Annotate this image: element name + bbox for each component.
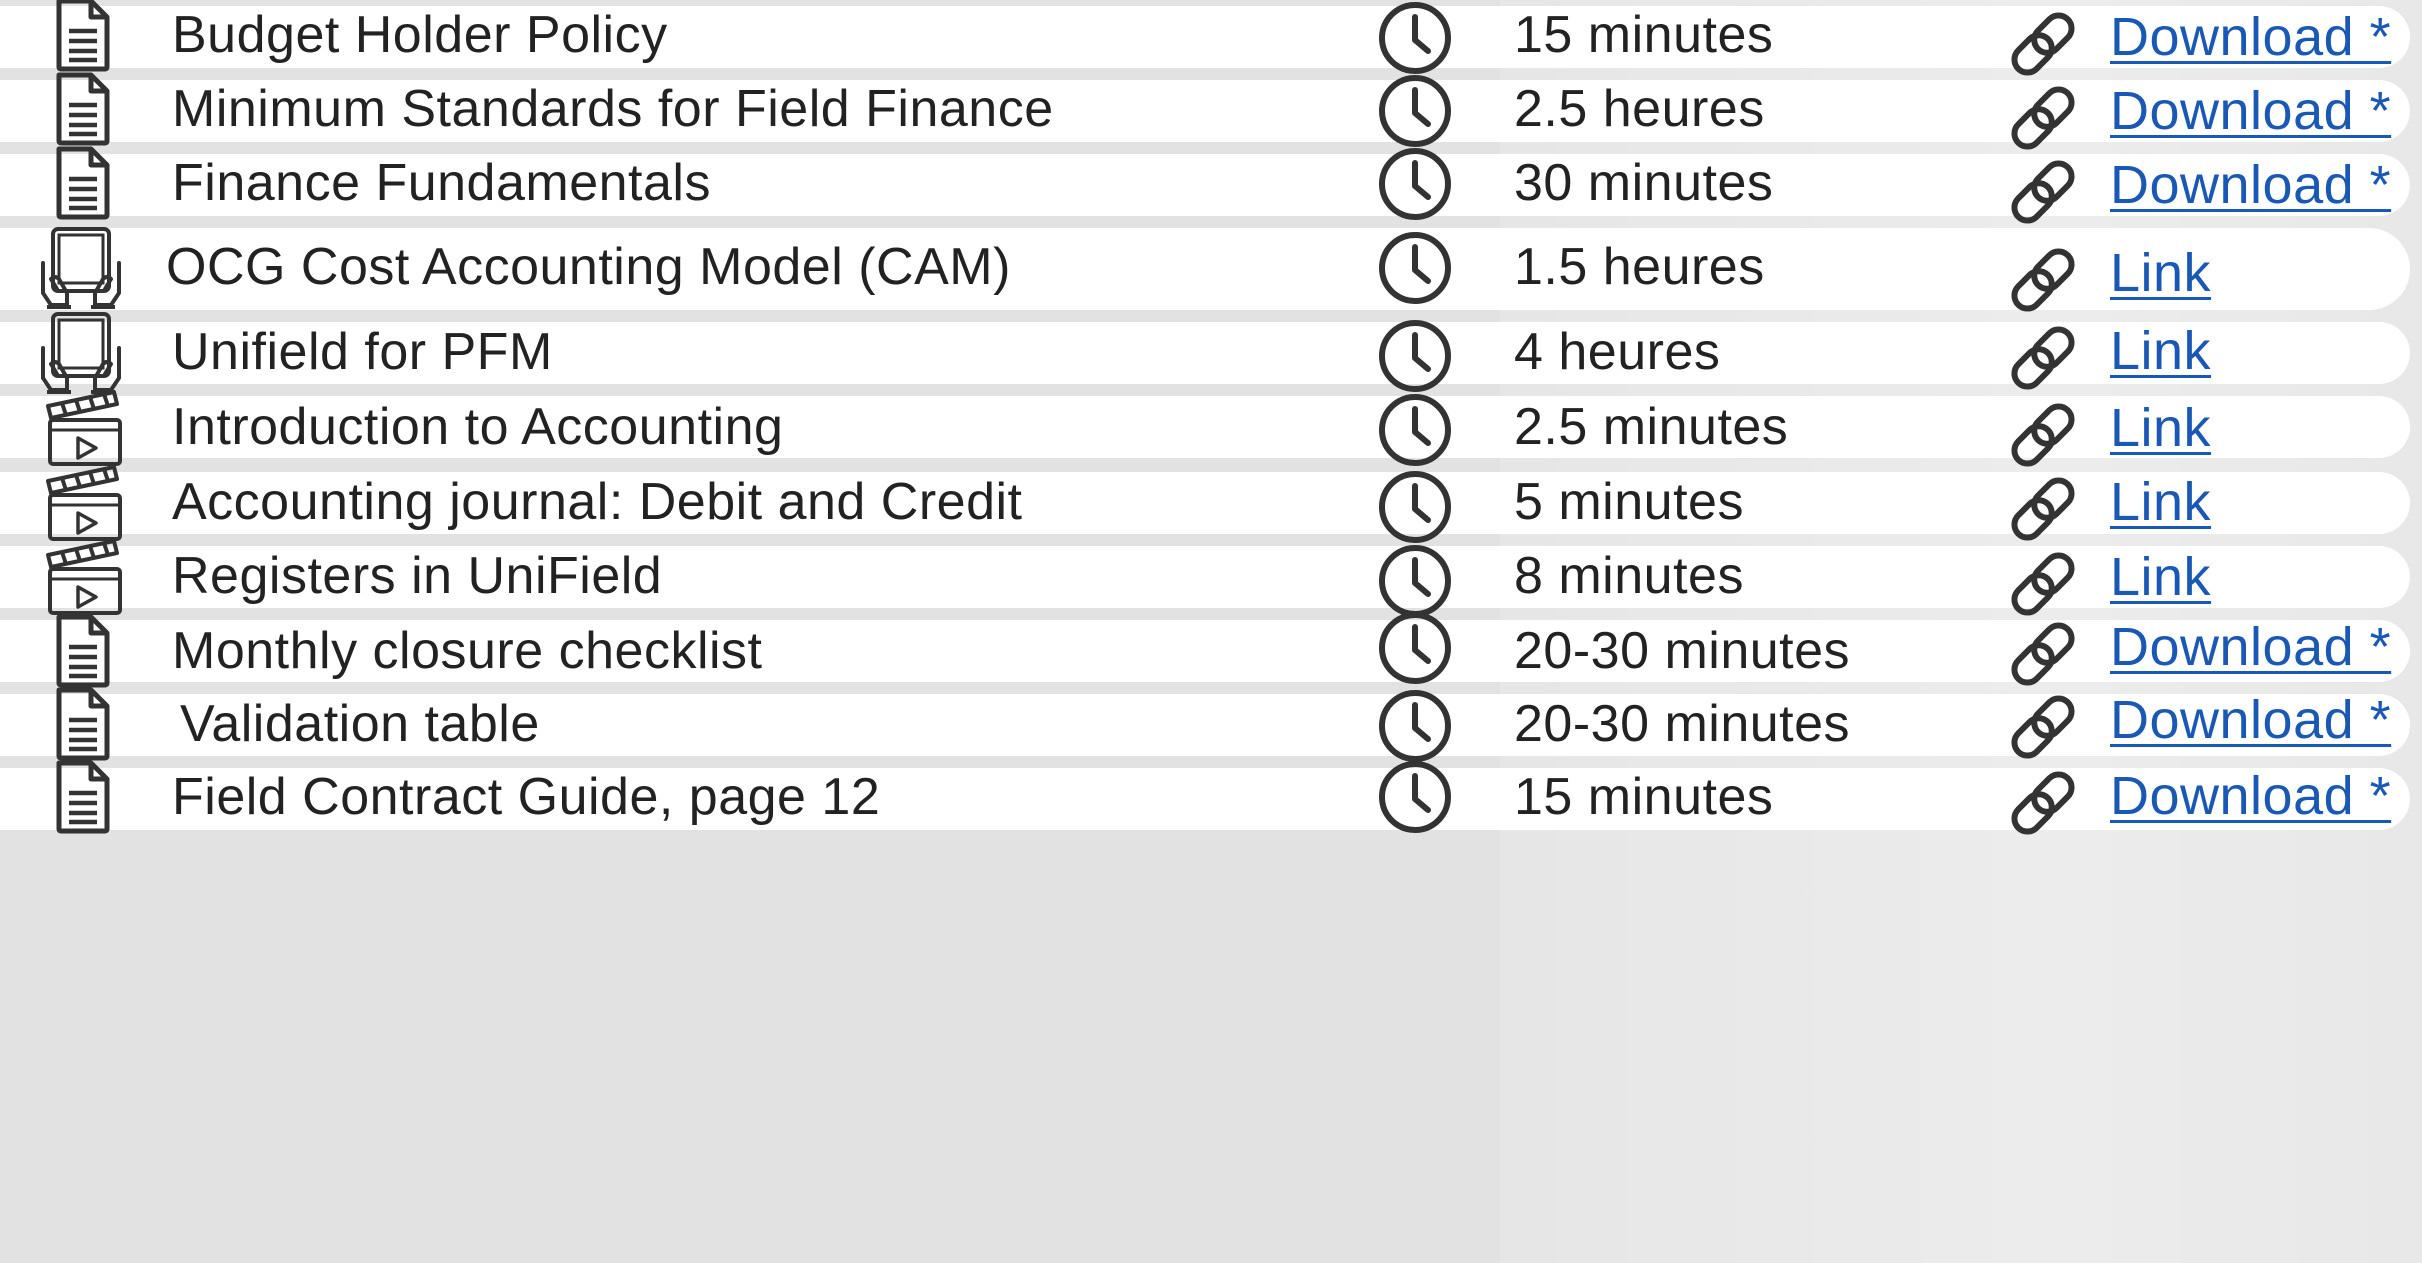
download-link[interactable]: Download * [2110,80,2391,142]
resource-title: Budget Holder Policy [172,6,668,64]
link-icon [2004,396,2082,474]
link-icon [2004,688,2082,766]
resource-duration: 1.5 heures [1514,238,1765,296]
resource-duration: 4 heures [1514,323,1721,381]
resource-duration: 5 minutes [1514,473,1744,531]
resource-duration: 2.5 minutes [1514,398,1789,456]
resource-duration: 2.5 heures [1514,80,1765,138]
resource-title: Registers in UniField [172,547,663,605]
clock-icon [1376,317,1454,395]
resource-duration: 15 minutes [1514,768,1774,826]
download-link[interactable]: Download * [2110,6,2391,68]
clock-icon [1376,468,1454,546]
link-icon [2004,470,2082,548]
link-icon [2004,5,2082,83]
resource-title: Minimum Standards for Field Finance [172,80,1054,138]
clock-icon [1376,758,1454,836]
clock-icon [1376,609,1454,687]
resource-title: Field Contract Guide, page 12 [172,768,881,826]
tablet-hands-icon [36,222,126,312]
resource-list: Budget Holder Policy 15 minutes Download… [0,0,2422,1263]
resource-title: Unifield for PFM [172,323,553,381]
resource-duration: 20-30 minutes [1514,622,1851,680]
download-link[interactable]: Download * [2110,765,2391,827]
link-icon [2004,319,2082,397]
resource-title: Accounting journal: Debit and Credit [172,473,1023,531]
download-link[interactable]: Download * [2110,689,2391,751]
clock-icon [1376,687,1454,765]
download-link[interactable]: Download * [2110,616,2391,678]
resource-duration: 8 minutes [1514,547,1744,605]
open-link[interactable]: Link [2110,397,2211,459]
resource-duration: 20-30 minutes [1514,695,1851,753]
open-link[interactable]: Link [2110,546,2211,608]
resource-title: Validation table [180,695,540,753]
resource-title: OCG Cost Accounting Model (CAM) [166,238,1011,296]
clock-icon [1376,0,1454,77]
link-icon [2004,153,2082,231]
link-icon [2004,241,2082,319]
link-icon [2004,79,2082,157]
link-icon [2004,545,2082,623]
link-icon [2004,764,2082,842]
resource-duration: 30 minutes [1514,154,1774,212]
resource-title: Introduction to Accounting [172,398,784,456]
clock-icon [1376,145,1454,223]
download-link[interactable]: Download * [2110,154,2391,216]
clock-icon [1376,229,1454,307]
resource-title: Finance Fundamentals [172,154,711,212]
open-link[interactable]: Link [2110,320,2211,382]
resource-duration: 15 minutes [1514,6,1774,64]
resource-title: Monthly closure checklist [172,622,763,680]
open-link[interactable]: Link [2110,471,2211,533]
document-icon [38,138,128,228]
document-icon [38,752,128,842]
clock-icon [1376,391,1454,469]
clock-icon [1376,72,1454,150]
open-link[interactable]: Link [2110,242,2211,304]
link-icon [2004,615,2082,693]
